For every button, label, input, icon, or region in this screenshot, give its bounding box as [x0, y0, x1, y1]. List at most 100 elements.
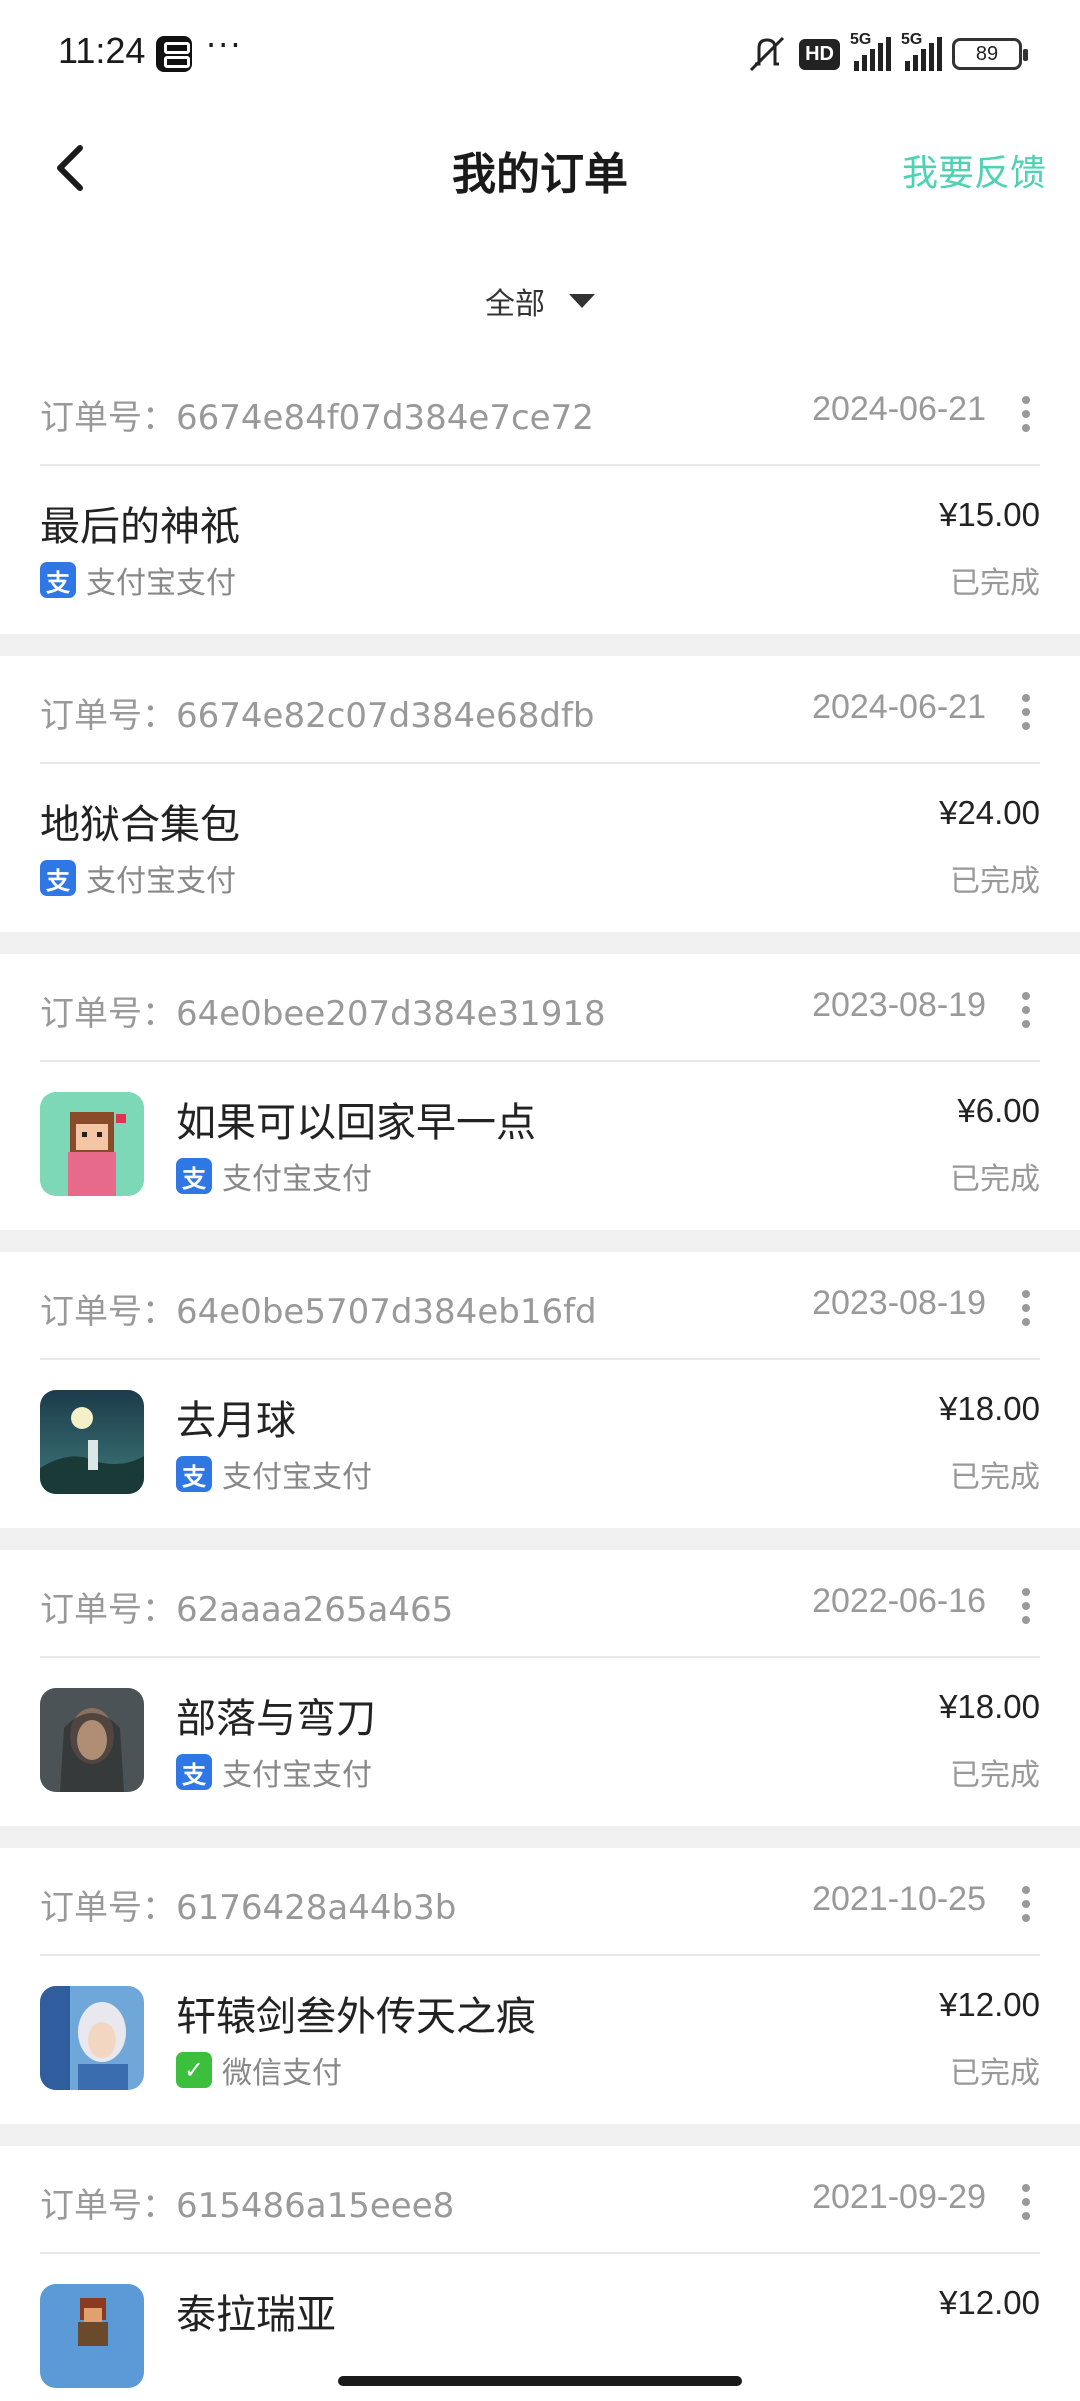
filter-label: 全部: [485, 287, 545, 322]
order-price: ¥12.00: [939, 2284, 1040, 2321]
order-item[interactable]: 订单号：6674e82c07d384e68dfb 2024-06-21 地狱合集…: [0, 656, 1080, 932]
order-date: 2023-08-19: [812, 1284, 986, 1322]
order-price: ¥6.00: [957, 1092, 1040, 1129]
order-date: 2021-10-25: [812, 1880, 986, 1918]
divider: [0, 932, 1080, 954]
alipay-icon: 支: [40, 562, 76, 598]
home-indicator[interactable]: [338, 2376, 742, 2386]
order-body: 最后的神祇 支 支付宝支付 ¥15.00 已完成: [40, 466, 1040, 634]
payment-method: ✓ 微信支付: [176, 2048, 342, 2092]
order-status: 已完成: [950, 566, 1040, 601]
order-number: 订单号：62aaaa265a465: [40, 1590, 454, 1630]
order-number: 订单号：6674e84f07d384e7ce72: [40, 398, 594, 438]
order-item[interactable]: 订单号：64e0be5707d384eb16fd 2023-08-19 去月球 …: [0, 1252, 1080, 1528]
divider: [0, 2124, 1080, 2146]
payment-label: 支付宝支付: [222, 1758, 372, 1793]
order-list: 订单号：6674e84f07d384e7ce72 2024-06-21 最后的神…: [0, 358, 1080, 2401]
more-vertical-icon[interactable]: [1022, 1290, 1032, 1326]
order-status: 已完成: [950, 864, 1040, 899]
divider: [0, 1826, 1080, 1848]
game-thumbnail: [40, 2284, 144, 2388]
order-date: 2023-08-19: [812, 986, 986, 1024]
product-name: 地狱合集包: [40, 802, 240, 848]
order-item[interactable]: 订单号：6674e84f07d384e7ce72 2024-06-21 最后的神…: [0, 358, 1080, 634]
alipay-icon: 支: [40, 860, 76, 896]
status-bar: 11:24 ··· HD 5G 5G 89: [0, 0, 1080, 100]
more-vertical-icon[interactable]: [1022, 992, 1032, 1028]
order-header: 订单号：62aaaa265a465 2022-06-16: [40, 1550, 1040, 1658]
hd-voice-icon: HD: [799, 38, 840, 70]
payment-label: 支付宝支付: [222, 1162, 372, 1197]
product-name: 轩辕剑叁外传天之痕: [176, 1994, 536, 2040]
game-thumbnail: [40, 1688, 144, 1792]
product-name: 泰拉瑞亚: [176, 2292, 336, 2338]
order-price: ¥18.00: [939, 1390, 1040, 1427]
payment-label: 支付宝支付: [222, 1460, 372, 1495]
order-number: 订单号：615486a15eee8: [40, 2186, 455, 2226]
order-item[interactable]: 订单号：615486a15eee8 2021-09-29 泰拉瑞亚 ¥12.00: [0, 2146, 1080, 2401]
alipay-icon: 支: [176, 1456, 212, 1492]
alipay-icon: 支: [176, 1754, 212, 1790]
product-name: 去月球: [176, 1398, 296, 1444]
order-body: 轩辕剑叁外传天之痕 ✓ 微信支付 ¥12.00 已完成: [40, 1956, 1040, 2124]
order-status: 已完成: [950, 1460, 1040, 1495]
order-header: 订单号：6674e82c07d384e68dfb 2024-06-21: [40, 656, 1040, 764]
order-date: 2024-06-21: [812, 390, 986, 428]
game-thumbnail: [40, 1986, 144, 2090]
more-vertical-icon[interactable]: [1022, 396, 1032, 432]
capcut-notification-icon: [156, 36, 192, 72]
battery-icon: 89: [952, 38, 1028, 70]
order-item[interactable]: 订单号：62aaaa265a465 2022-06-16 部落与弯刀 支 支付宝…: [0, 1550, 1080, 1826]
game-thumbnail: [40, 1390, 144, 1494]
divider: [0, 1528, 1080, 1550]
order-body: 如果可以回家早一点 支 支付宝支付 ¥6.00 已完成: [40, 1062, 1040, 1230]
status-icons: HD 5G 5G 89: [745, 31, 1028, 76]
order-price: ¥18.00: [939, 1688, 1040, 1725]
vibrate-mute-icon: [750, 36, 785, 72]
feedback-button[interactable]: 我要反馈: [902, 144, 1046, 196]
status-time: 11:24: [58, 30, 146, 71]
order-header: 订单号：64e0be5707d384eb16fd 2023-08-19: [40, 1252, 1040, 1360]
caret-down-icon: [569, 294, 595, 308]
payment-label: 微信支付: [222, 2056, 342, 2091]
signal-icon-2: 5G: [901, 31, 942, 71]
order-header: 订单号：615486a15eee8 2021-09-29: [40, 2146, 1040, 2254]
more-vertical-icon[interactable]: [1022, 694, 1032, 730]
product-name: 最后的神祇: [40, 504, 240, 550]
order-date: 2022-06-16: [812, 1582, 986, 1620]
order-item[interactable]: 订单号：6176428a44b3b 2021-10-25 轩辕剑叁外传天之痕 ✓…: [0, 1848, 1080, 2124]
wechat-pay-icon: ✓: [176, 2052, 212, 2088]
order-status: 已完成: [950, 1162, 1040, 1197]
order-number: 订单号：6176428a44b3b: [40, 1888, 457, 1928]
order-header: 订单号：64e0bee207d384e31918 2023-08-19: [40, 954, 1040, 1062]
order-item[interactable]: 订单号：64e0bee207d384e31918 2023-08-19 如果可以…: [0, 954, 1080, 1230]
payment-method: 支 支付宝支付: [40, 558, 236, 602]
order-status: 已完成: [950, 1758, 1040, 1793]
order-date: 2021-09-29: [812, 2178, 986, 2216]
more-vertical-icon[interactable]: [1022, 2184, 1032, 2220]
more-vertical-icon[interactable]: [1022, 1588, 1032, 1624]
payment-method: 支 支付宝支付: [40, 856, 236, 900]
order-body: 去月球 支 支付宝支付 ¥18.00 已完成: [40, 1360, 1040, 1528]
order-status: 已完成: [950, 2056, 1040, 2091]
filter-dropdown[interactable]: 全部: [0, 258, 1080, 344]
payment-label: 支付宝支付: [86, 566, 236, 601]
order-number: 订单号：64e0be5707d384eb16fd: [40, 1292, 597, 1332]
app-header: 我的订单 我要反馈: [0, 100, 1080, 235]
order-number: 订单号：6674e82c07d384e68dfb: [40, 696, 595, 736]
divider: [0, 634, 1080, 656]
order-date: 2024-06-21: [812, 688, 986, 726]
more-notifications-icon: ···: [206, 26, 243, 64]
order-body: 部落与弯刀 支 支付宝支付 ¥18.00 已完成: [40, 1658, 1040, 1826]
order-body: 地狱合集包 支 支付宝支付 ¥24.00 已完成: [40, 764, 1040, 932]
payment-method: 支 支付宝支付: [176, 1750, 372, 1794]
payment-method: 支 支付宝支付: [176, 1452, 372, 1496]
order-header: 订单号：6674e84f07d384e7ce72 2024-06-21: [40, 358, 1040, 466]
game-thumbnail: [40, 1092, 144, 1196]
more-vertical-icon[interactable]: [1022, 1886, 1032, 1922]
payment-label: 支付宝支付: [86, 864, 236, 899]
alipay-icon: 支: [176, 1158, 212, 1194]
signal-icon-1: 5G: [850, 31, 891, 71]
divider: [0, 1230, 1080, 1252]
order-header: 订单号：6176428a44b3b 2021-10-25: [40, 1848, 1040, 1956]
